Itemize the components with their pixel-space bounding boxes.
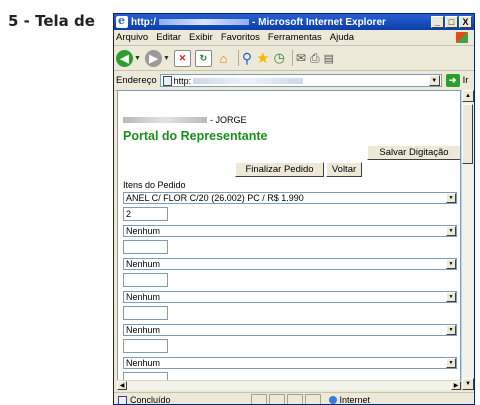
save-draft-button[interactable]: Salvar Digitação: [367, 145, 460, 160]
product-select-value: ANEL C/ FLOR C/20 (26.002) PC / R$ 1.990: [126, 193, 304, 203]
window-title-suffix: - Microsoft Internet Explorer: [252, 16, 386, 28]
product-select[interactable]: Nenhum ▼: [123, 357, 457, 369]
toolbar-separator: [291, 50, 293, 66]
go-button-label[interactable]: Ir: [463, 75, 469, 86]
status-bar: Concluído Internet: [114, 392, 474, 405]
quantity-input[interactable]: [123, 339, 168, 353]
address-input[interactable]: http: ▼: [159, 74, 442, 87]
menu-favoritos[interactable]: Favoritos: [221, 32, 260, 43]
stop-icon: ✕: [173, 49, 191, 67]
ie-icon: [116, 14, 128, 28]
address-value: http:: [173, 75, 192, 86]
search-icon[interactable]: ⚲: [242, 49, 252, 67]
status-text: Concluído: [130, 395, 171, 405]
product-select-value: Nenhum: [126, 325, 161, 335]
document-heading: 5 - Tela de: [8, 12, 95, 30]
chevron-down-icon: ▼: [446, 259, 456, 269]
globe-icon: [328, 396, 337, 404]
finalize-order-button[interactable]: Finalizar Pedido: [235, 162, 324, 177]
chevron-down-icon: ▼: [162, 54, 170, 62]
menu-arquivo[interactable]: Arquivo: [116, 32, 148, 43]
chevron-down-icon: ▼: [134, 54, 141, 62]
quantity-input[interactable]: [123, 240, 168, 254]
menu-exibir[interactable]: Exibir: [189, 32, 213, 43]
mail-icon[interactable]: ✉: [296, 49, 306, 67]
browser-window: http:/ - Microsoft Internet Explorer _ □…: [113, 13, 475, 405]
refresh-button[interactable]: ↻: [194, 49, 212, 67]
status-panel: [250, 394, 267, 404]
go-arrow-icon[interactable]: ➜: [445, 74, 460, 87]
user-line: - JORGE: [123, 115, 247, 125]
history-icon[interactable]: ◷: [274, 49, 285, 67]
chevron-down-icon: ▼: [446, 325, 456, 335]
chevron-down-icon: ▼: [446, 358, 456, 368]
scroll-up-button[interactable]: ▲: [462, 90, 474, 102]
page-icon: [162, 75, 172, 86]
stop-button[interactable]: ✕: [173, 49, 191, 67]
chevron-down-icon: ▼: [446, 292, 456, 302]
status-panels: [250, 394, 323, 404]
product-select[interactable]: Nenhum ▼: [123, 324, 457, 336]
toolbar: ◀ ▼ ▶ ▼ ✕ ↻ ⌂ ⚲ ★ ◷ ✉ ⎙ ▤: [114, 46, 474, 71]
product-select-value: Nenhum: [126, 292, 161, 302]
horizontal-scrollbar[interactable]: ◀ ▶: [117, 380, 461, 390]
back-arrow-icon: ◀: [116, 49, 133, 67]
forward-arrow-icon: ▶: [144, 49, 162, 67]
home-icon: ⌂: [219, 50, 228, 66]
address-label: Endereço: [116, 75, 157, 86]
menu-ferramentas[interactable]: Ferramentas: [268, 32, 322, 43]
product-select[interactable]: ANEL C/ FLOR C/20 (26.002) PC / R$ 1.990…: [123, 192, 457, 204]
status-panel: [304, 394, 321, 404]
product-select-value: Nenhum: [126, 358, 161, 368]
redacted-url: [159, 19, 249, 25]
order-items-label: Itens do Pedido: [123, 180, 186, 190]
quantity-input[interactable]: 2: [123, 207, 168, 221]
windows-logo-icon: [456, 32, 468, 43]
quantity-input[interactable]: [123, 306, 168, 320]
back-button[interactable]: ◀ ▼: [116, 49, 141, 67]
menu-bar: Arquivo Editar Exibir Favoritos Ferramen…: [114, 30, 474, 46]
print-icon[interactable]: ⎙: [310, 49, 320, 67]
quantity-input[interactable]: [123, 273, 168, 287]
forward-button[interactable]: ▶ ▼: [144, 49, 170, 67]
scroll-left-button[interactable]: ◀: [117, 381, 127, 390]
chevron-down-icon: ▼: [446, 226, 456, 236]
product-select[interactable]: Nenhum ▼: [123, 225, 457, 237]
scroll-thumb[interactable]: [462, 104, 473, 164]
title-bar: http:/ - Microsoft Internet Explorer _ □…: [114, 14, 474, 30]
zone-label: Internet: [339, 395, 371, 405]
back-page-button[interactable]: Voltar: [326, 162, 362, 177]
minimize-button[interactable]: _: [431, 16, 444, 28]
product-select-value: Nenhum: [126, 259, 161, 269]
vertical-scrollbar[interactable]: ▲ ▼: [461, 90, 474, 390]
status-panel: [268, 394, 285, 404]
chevron-down-icon: ▼: [446, 193, 456, 203]
product-select[interactable]: Nenhum ▼: [123, 291, 457, 303]
status-panel: [286, 394, 303, 404]
refresh-icon: ↻: [194, 49, 212, 67]
window-title-prefix: http:/: [131, 16, 156, 28]
edit-icon[interactable]: ▤: [324, 49, 334, 67]
toolbar-separator: [237, 50, 239, 66]
user-name-suffix: - JORGE: [210, 115, 247, 125]
address-bar: Endereço http: ▼ ➜ Ir: [114, 71, 474, 91]
security-zone: Internet: [328, 395, 371, 405]
redacted-user-name: [123, 117, 207, 123]
menu-editar[interactable]: Editar: [156, 32, 181, 43]
menu-ajuda[interactable]: Ajuda: [330, 32, 354, 43]
address-dropdown-button[interactable]: ▼: [428, 75, 440, 86]
favorites-star-icon[interactable]: ★: [256, 49, 269, 67]
close-button[interactable]: X: [459, 16, 472, 28]
scroll-down-button[interactable]: ▼: [462, 378, 474, 390]
page-content: - JORGE Portal do Representante Salvar D…: [117, 90, 461, 390]
page-done-icon: [118, 395, 127, 404]
product-select[interactable]: Nenhum ▼: [123, 258, 457, 270]
scroll-right-button[interactable]: ▶: [451, 381, 461, 390]
page-title: Portal do Representante: [123, 129, 268, 143]
redacted-address: [193, 77, 304, 84]
home-button[interactable]: ⌂: [216, 49, 231, 67]
maximize-button[interactable]: □: [445, 16, 458, 28]
product-select-value: Nenhum: [126, 226, 161, 236]
